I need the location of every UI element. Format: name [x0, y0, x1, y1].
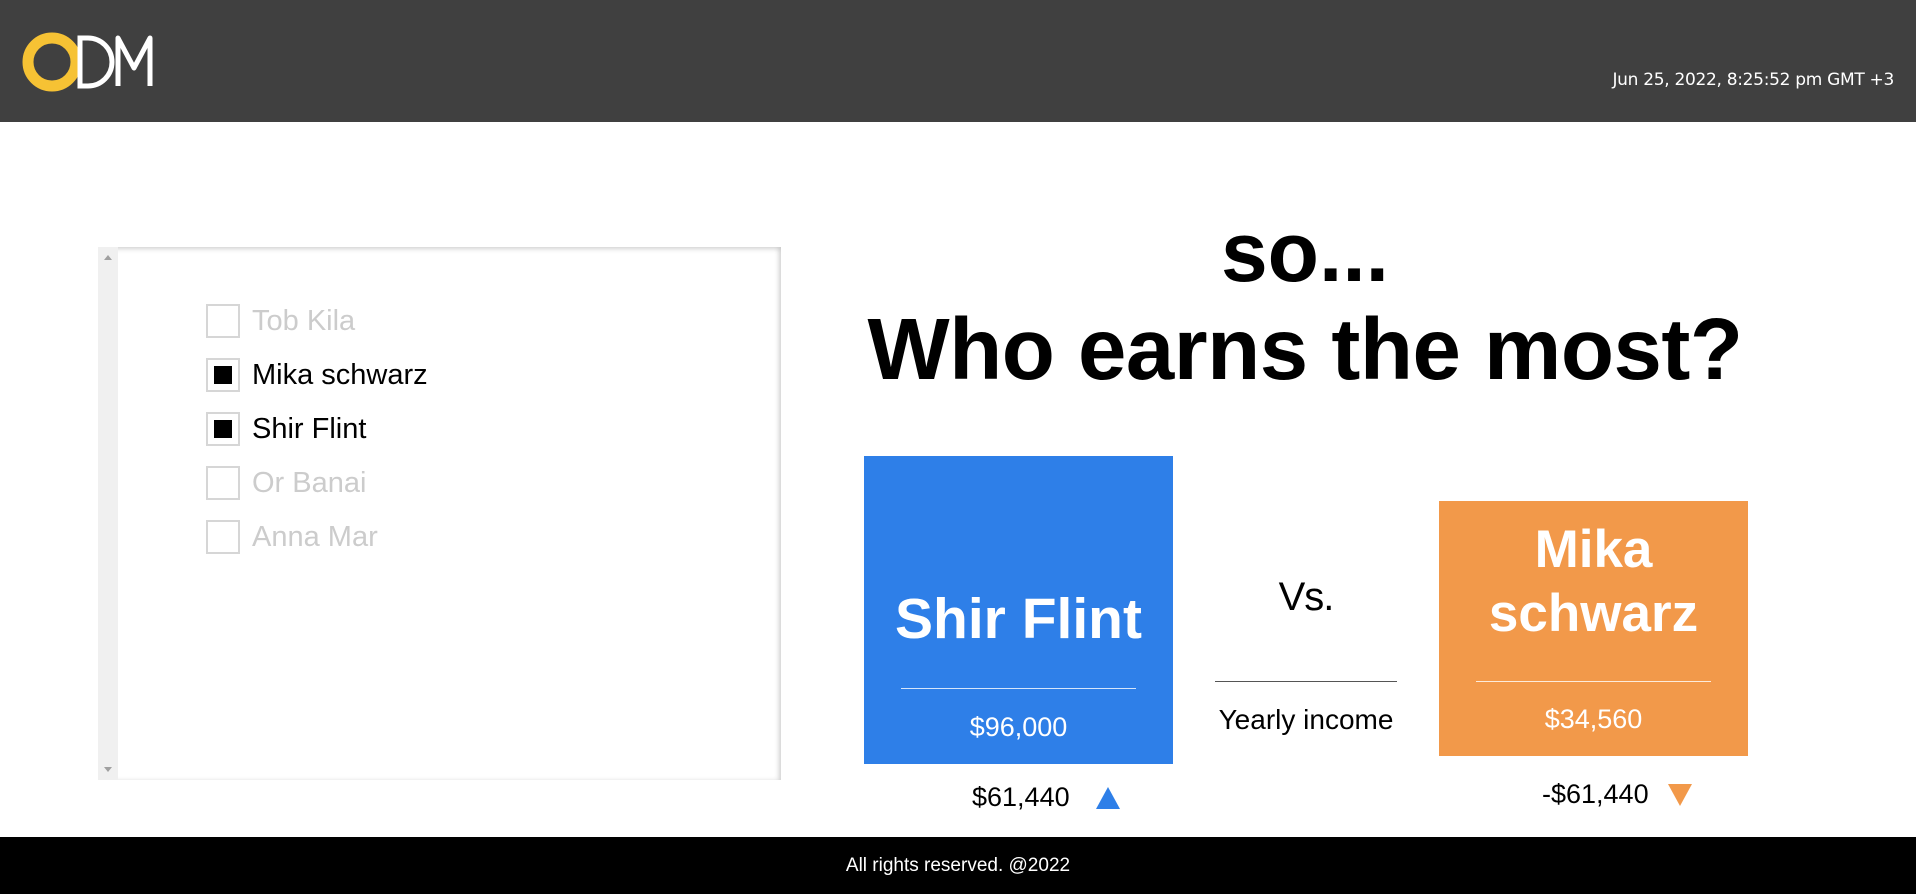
- logo-ring: [22, 32, 82, 92]
- page-title: Who earns the most?: [867, 301, 1743, 398]
- right-employee-name-line1: Mika: [1534, 520, 1653, 579]
- checkbox[interactable]: [206, 304, 240, 338]
- checkbox-checked-mark: [214, 420, 232, 438]
- trend-down-icon: [1668, 784, 1692, 806]
- logo-d: [77, 35, 115, 89]
- footer-bar: All rights reserved. @2022: [0, 837, 1916, 894]
- left-employee-card: Shir Flint $96,000: [864, 456, 1173, 764]
- right-income-difference: -$61,440: [1542, 779, 1649, 809]
- employee-option-or-banai[interactable]: Or Banai: [206, 465, 366, 501]
- right-employee-income: $34,560: [1544, 704, 1643, 734]
- checkbox[interactable]: [206, 358, 240, 392]
- employee-option-label: Shir Flint: [252, 412, 367, 445]
- scroll-down-arrow-icon[interactable]: [104, 767, 112, 772]
- footer-copyright: All rights reserved. @2022: [845, 855, 1071, 876]
- vs-label: Vs.: [1278, 575, 1335, 619]
- employee-option-tob-kila[interactable]: Tob Kila: [206, 303, 355, 339]
- left-income-difference: $61,440: [972, 782, 1070, 812]
- metric-label: Yearly income: [1218, 704, 1394, 735]
- checkbox[interactable]: [206, 520, 240, 554]
- employee-option-shir-flint[interactable]: Shir Flint: [206, 411, 366, 447]
- employee-option-label: Mika schwarz: [252, 358, 428, 391]
- left-employee-income: $96,000: [969, 712, 1068, 742]
- employee-option-label: Tob Kila: [252, 304, 356, 337]
- checkbox[interactable]: [206, 412, 240, 446]
- checkbox[interactable]: [206, 466, 240, 500]
- right-employee-card: Mika schwarz $34,560: [1439, 501, 1748, 756]
- employee-option-anna-mar[interactable]: Anna Mar: [206, 519, 378, 555]
- checkbox-checked-mark: [214, 366, 232, 384]
- employee-option-label: Anna Mar: [252, 520, 378, 553]
- header-bar: Jun 25, 2022, 8:25:52 pm GMT +3: [0, 0, 1916, 122]
- card-divider: [1476, 681, 1711, 682]
- right-employee-name-line2: schwarz: [1488, 584, 1699, 643]
- employee-selector[interactable]: Tob Kila Mika schwarz Shir Flint Or Bana…: [98, 247, 781, 780]
- trend-up-icon: [1096, 787, 1120, 809]
- employee-option-label: Or Banai: [252, 466, 367, 499]
- company-logo[interactable]: [22, 28, 174, 92]
- scroll-up-arrow-icon[interactable]: [104, 255, 112, 260]
- vs-divider: [1215, 681, 1397, 682]
- card-divider: [901, 688, 1136, 689]
- logo-m: [115, 35, 153, 86]
- left-employee-name: Shir Flint: [895, 587, 1142, 651]
- employee-option-mika-schwarz[interactable]: Mika schwarz: [206, 357, 428, 393]
- current-datetime: Jun 25, 2022, 8:25:52 pm GMT +3: [1612, 70, 1894, 90]
- list-scrollbar[interactable]: [98, 247, 118, 780]
- intro-text: so...: [1220, 205, 1390, 299]
